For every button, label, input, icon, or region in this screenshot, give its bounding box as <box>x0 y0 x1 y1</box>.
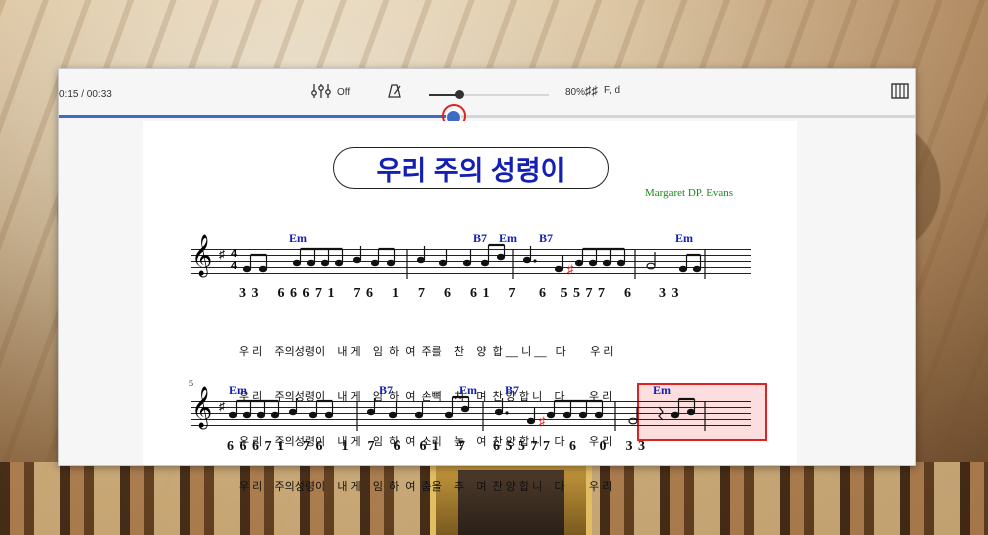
tempo-slider[interactable] <box>409 85 557 101</box>
tempo-slider-knob[interactable] <box>455 89 464 99</box>
svg-text:♯: ♯ <box>567 262 573 276</box>
playback-progress-bar[interactable] <box>59 104 915 128</box>
svg-text:♯: ♯ <box>539 414 545 428</box>
playback-time: 0:15 / 00:33 <box>59 89 112 100</box>
mixer-label: Off <box>337 87 351 98</box>
key-label: F, d <box>604 85 621 96</box>
number-notation-line-2: 6 6 6 7 1 7 6 1 7 6 6 1 7 6 5 5 7 7 6 0 … <box>227 439 646 454</box>
composer-name: Margaret DP. Evans <box>645 187 734 199</box>
tempo-slider-track <box>429 89 549 99</box>
mixer-toggle[interactable]: Off <box>311 83 350 102</box>
lyrics-verse-1: 우 리 주의성령이 내 게 임 하 여 주를 찬 양 합 __ 니 __ 다 우… <box>239 346 614 358</box>
sheet-music-player-window: 0:15 / 00:33 Off 80% ♯♯ F, d 우리 주의 성령이 M… <box>58 68 916 493</box>
piano-keyboard-icon <box>891 83 909 103</box>
music-staff: 𝄞 ♯ 44 ♯ <box>191 235 751 279</box>
tempo-control[interactable]: 80% <box>387 83 585 102</box>
lyrics-verse-4: 우 리 주의성령이 내 게 임 하 여 춤을 추 며 찬 양 합 니 다 우 리 <box>239 481 613 493</box>
metronome-icon <box>387 83 403 102</box>
sheet-music-page: 우리 주의 성령이 Margaret DP. Evans Em B7 Em B7… <box>143 121 797 493</box>
player-toolbar: 0:15 / 00:33 Off 80% ♯♯ F, d <box>59 69 915 115</box>
song-title: 우리 주의 성령이 <box>333 147 609 189</box>
mixer-sliders-icon <box>311 83 331 102</box>
music-staff: 𝄞 ♯ ♯ <box>191 387 751 431</box>
piano-button[interactable] <box>891 82 909 103</box>
tempo-percentage: 80% <box>565 87 586 98</box>
key-control[interactable]: ♯♯ F, d <box>585 83 620 98</box>
key-signature-icon: ♯♯ <box>585 83 598 98</box>
number-notation-line-1: 3 3 6 6 6 7 1 7 6 1 7 6 6 1 7 6 5 5 7 7 … <box>239 286 680 301</box>
playback-progress-fill <box>59 115 453 118</box>
